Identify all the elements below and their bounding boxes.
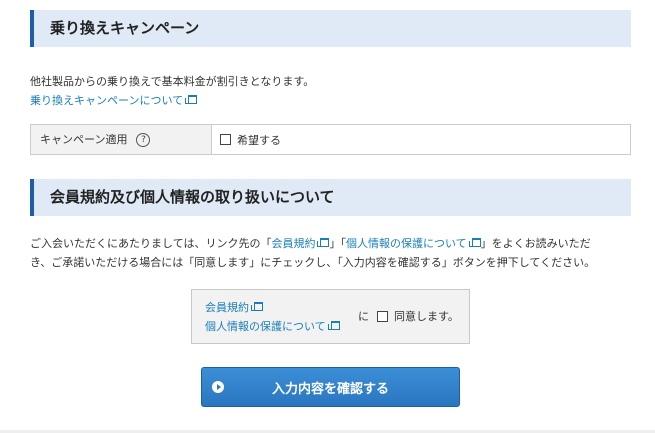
privacy-policy-label: 個人情報の保護について (205, 320, 326, 333)
campaign-table-cell: 希望する (212, 125, 630, 154)
terms-text-prefix: ご入会いただくにあたりましては、リンク先の「 (30, 237, 272, 250)
agreement-particle: に (358, 310, 369, 323)
external-window-icon (468, 238, 481, 247)
campaign-link-row: 乗り換えキャンペーンについて (30, 92, 198, 108)
terms-inline-link-privacy[interactable]: 個人情報の保護について (346, 237, 481, 250)
agree-checkbox[interactable] (377, 310, 388, 322)
campaign-link[interactable]: 乗り換えキャンペーンについて (30, 94, 198, 107)
external-window-icon (251, 302, 263, 311)
terms-section-title: 会員規約及び個人情報の取り扱いについて (30, 179, 631, 216)
agreement-check-group: に 同意します。 (358, 308, 459, 324)
terms-text-suffix: 」をよくお読みいただ (480, 237, 591, 250)
terms-paragraph-line2: き、ご承諾いただける場合には「同意します」にチェックし、「入力内容を確認する」ボ… (30, 256, 596, 269)
external-window-icon (327, 321, 340, 330)
agreement-links: 会員規約 個人情報の保護について (205, 298, 340, 336)
confirm-button-label: 入力内容を確認する (271, 381, 389, 397)
external-window-icon (317, 238, 330, 247)
privacy-link-label: 個人情報の保護について (345, 237, 467, 250)
campaign-wish-checkbox[interactable] (220, 134, 231, 145)
confirm-input-button[interactable]: 入力内容を確認する (201, 367, 460, 407)
terms-text-middle: 」「 (329, 237, 346, 250)
campaign-section-title: 乗り換えキャンペーン (30, 10, 631, 47)
campaign-link-label: 乗り換えキャンペーンについて (30, 94, 184, 107)
help-icon[interactable]: ? (136, 132, 151, 147)
agree-checkbox-label[interactable]: 同意します。 (394, 308, 459, 324)
membership-terms-link-label: 会員規約 (271, 237, 316, 250)
campaign-table-header: キャンペーン適用 ? (31, 125, 212, 154)
external-window-icon (185, 95, 198, 104)
terms-paragraph-line1: ご入会いただくにあたりましては、リンク先の「会員規約 」「個人情報の保護について」… (30, 235, 591, 251)
membership-terms-link[interactable]: 会員規約 (205, 301, 263, 314)
campaign-wish-label[interactable]: 希望する (237, 132, 281, 148)
privacy-policy-link[interactable]: 個人情報の保護について (205, 320, 340, 333)
campaign-table: キャンペーン適用 ? 希望する (30, 124, 631, 155)
terms-inline-link-membership[interactable]: 会員規約 (271, 237, 330, 250)
agreement-box: 会員規約 個人情報の保護について に 同意します。 (191, 289, 470, 344)
campaign-description: 他社製品からの乗り換えで基本料金が割引きとなります。 (30, 75, 315, 88)
campaign-apply-label: キャンペーン適用 (40, 133, 128, 146)
membership-terms-label: 会員規約 (205, 301, 249, 314)
play-circle-icon (212, 381, 224, 393)
